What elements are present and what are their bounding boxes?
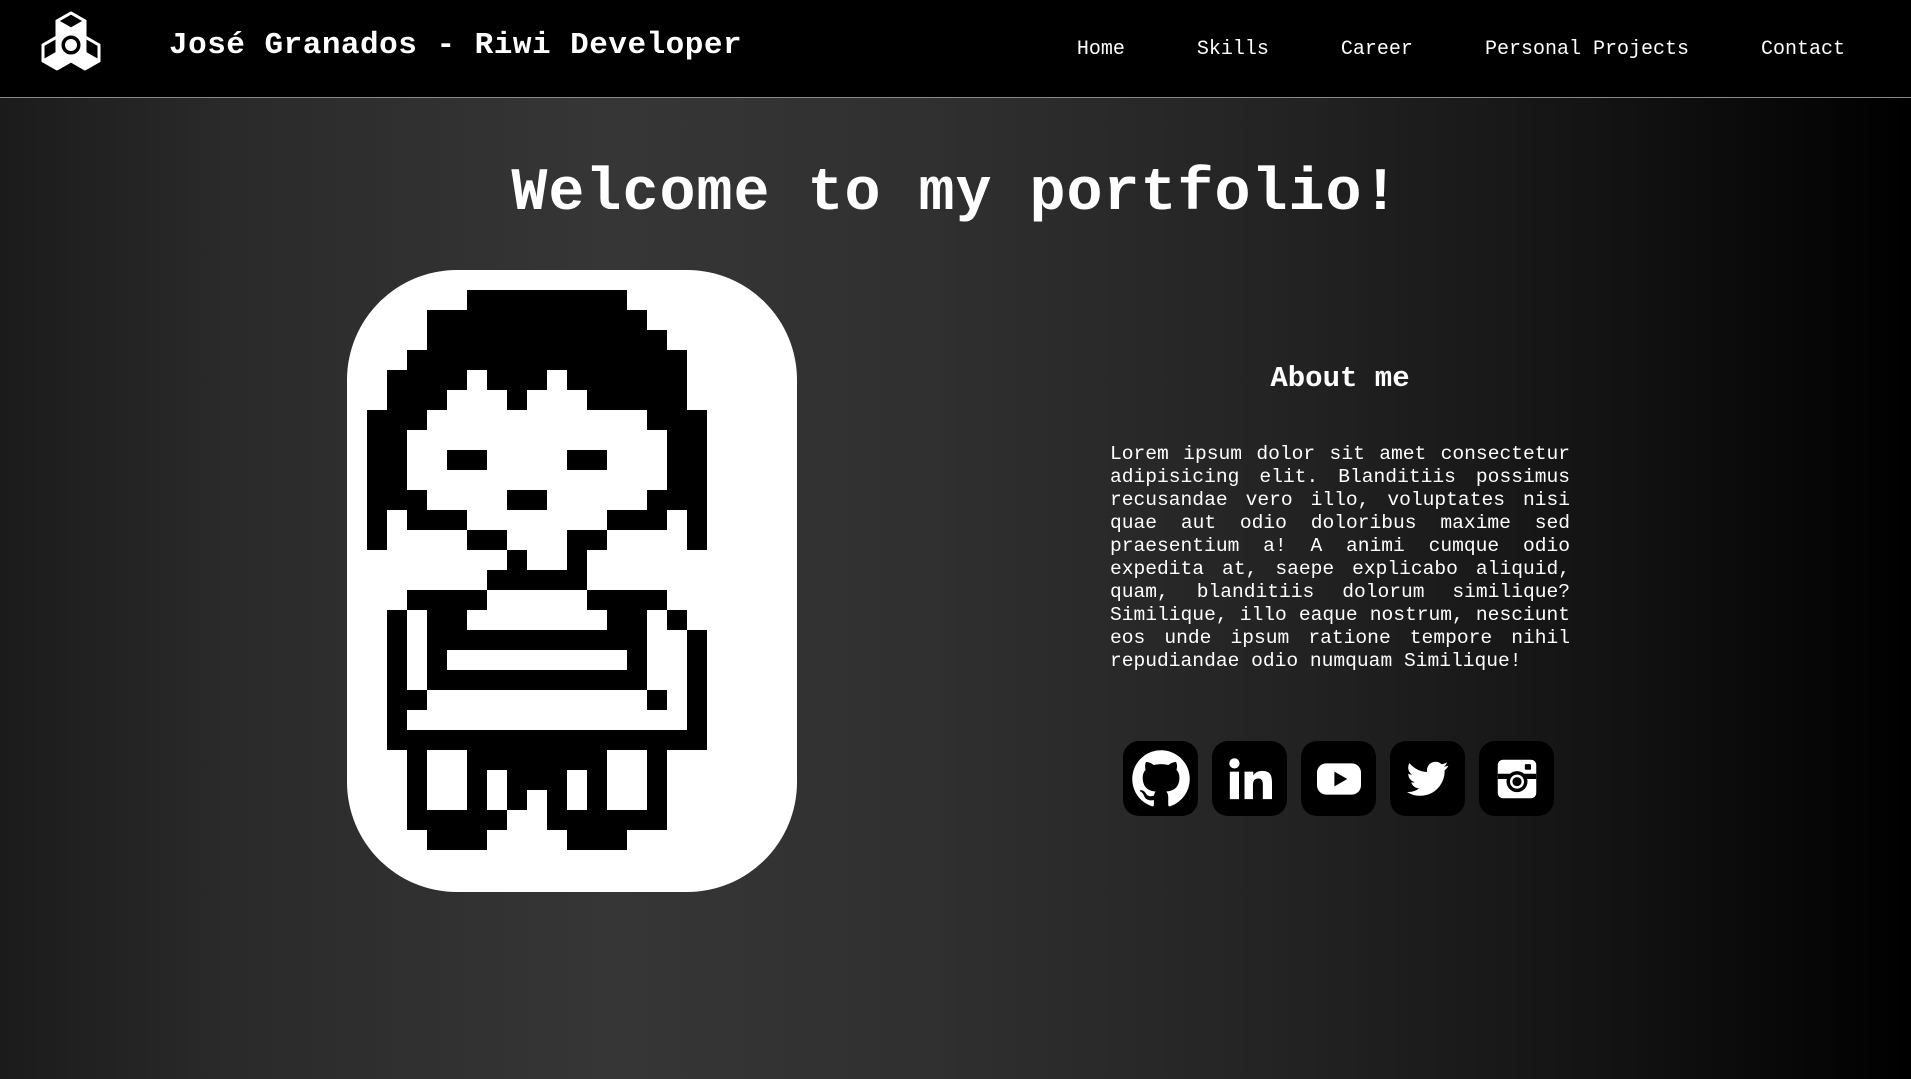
about-title: About me (1270, 362, 1410, 395)
nav-contact-link[interactable]: Contact (1761, 38, 1845, 61)
twitter-icon (1406, 761, 1449, 797)
social-links (1123, 741, 1554, 816)
twitter-link[interactable] (1390, 741, 1465, 816)
about-text: Lorem ipsum dolor sit amet consectetur a… (1110, 443, 1570, 672)
linkedin-link[interactable] (1212, 741, 1287, 816)
instagram-icon (1496, 758, 1538, 800)
welcome-heading: Welcome to my portfolio! (511, 160, 1400, 228)
github-icon (1131, 749, 1191, 809)
nav-home-link[interactable]: Home (1077, 38, 1125, 61)
navbar: José Granados - Riwi Developer Home Skil… (0, 0, 1911, 98)
avatar-card (347, 270, 797, 892)
linkedin-icon (1228, 757, 1272, 801)
nav-personal-projects-link[interactable]: Personal Projects (1485, 38, 1689, 61)
github-link[interactable] (1123, 741, 1198, 816)
nav-skills-link[interactable]: Skills (1197, 38, 1269, 61)
site-title: José Granados - Riwi Developer (169, 28, 743, 63)
youtube-icon (1316, 762, 1361, 795)
nav-career-link[interactable]: Career (1341, 38, 1413, 61)
main-nav: Home Skills Career Personal Projects Con… (1005, 38, 1845, 61)
instagram-link[interactable] (1479, 741, 1554, 816)
hex-cube-logo-icon[interactable] (38, 10, 104, 78)
pixel-art-avatar-icon (367, 290, 707, 850)
youtube-link[interactable] (1301, 741, 1376, 816)
